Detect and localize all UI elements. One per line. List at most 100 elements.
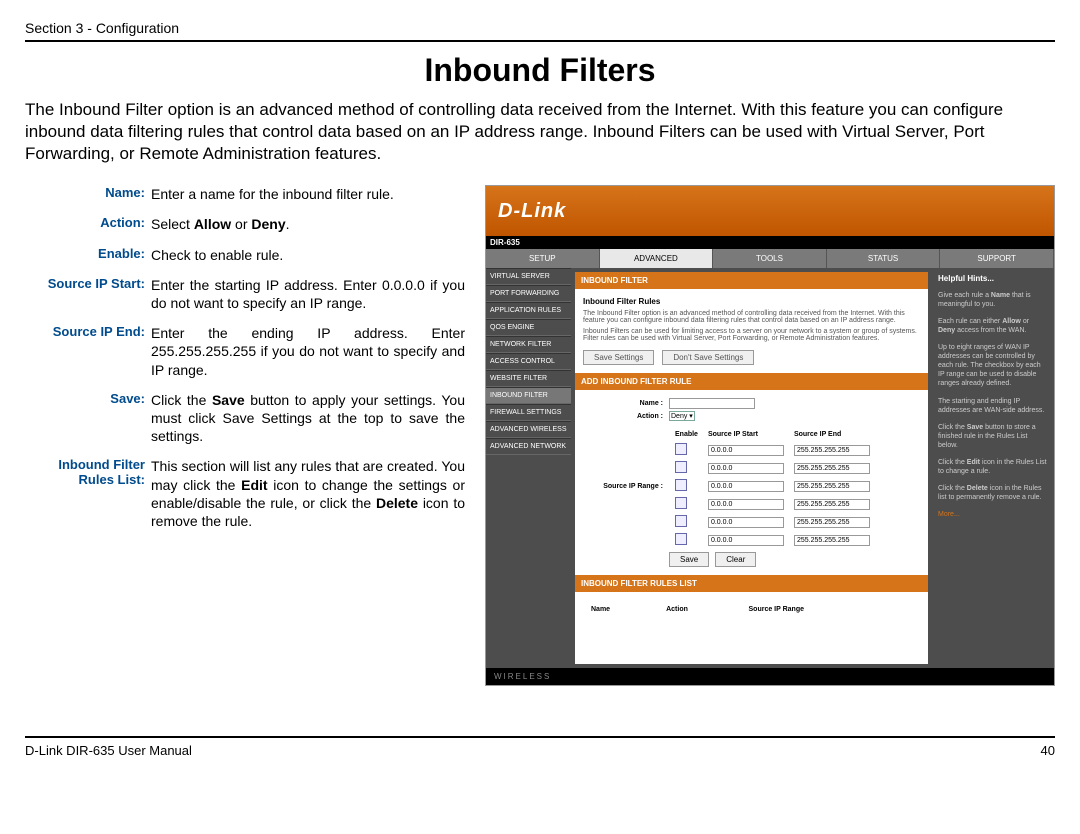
label-action: Action : [585,413,669,420]
sidebar-item[interactable]: INBOUND FILTER [486,387,571,404]
col-end: Source IP End [790,429,874,440]
hint-text: Click the Save button to store a finishe… [938,423,1048,450]
model-row: DIR-635 [486,236,1054,249]
definitions-list: Name:Enter a name for the inbound filter… [25,185,465,686]
sidebar-item[interactable]: FIREWALL SETTINGS [486,404,571,421]
hint-text: Up to eight ranges of WAN IP addresses c… [938,343,1048,388]
def-text: This section will list any rules that ar… [151,457,465,530]
ip-start-input[interactable]: 0.0.0.0 [708,463,784,474]
def-label: Source IP Start: [25,276,151,312]
def-label: Action: [25,215,151,233]
sidebar-item[interactable]: VIRTUAL SERVER [486,268,571,285]
name-input[interactable] [669,398,755,409]
enable-checkbox[interactable] [675,497,687,509]
sidebar-item[interactable]: ADVANCED NETWORK [486,438,571,455]
tab-setup[interactable]: SETUP [486,249,600,268]
page-section-header: Section 3 - Configuration [25,20,1055,42]
sidebar-item[interactable]: PORT FORWARDING [486,285,571,302]
sidebar-item[interactable]: WEBSITE FILTER [486,370,571,387]
enable-checkbox[interactable] [675,533,687,545]
save-rule-button[interactable]: Save [669,552,709,567]
wireless-footer: WIRELESS [486,668,1054,685]
enable-checkbox[interactable] [675,443,687,455]
sidebar-item[interactable]: ADVANCED WIRELESS [486,421,571,438]
dlink-logo: D-Link [498,200,566,223]
footer-manual-name: D-Link DIR-635 User Manual [25,743,192,758]
enable-checkbox[interactable] [675,479,687,491]
panel-header-rules-list: INBOUND FILTER RULES LIST [575,575,928,592]
def-label: Save: [25,391,151,446]
ip-range-table: EnableSource IP StartSource IP End 0.0.0… [669,427,876,550]
def-label: Inbound Filter Rules List: [25,457,151,530]
main-panel: INBOUND FILTER Inbound Filter Rules The … [575,272,928,664]
def-text: Click the Save button to apply your sett… [151,391,465,446]
ip-end-input[interactable]: 255.255.255.255 [794,481,870,492]
def-text: Check to enable rule. [151,246,465,264]
sidebar-item[interactable]: ACCESS CONTROL [486,353,571,370]
save-settings-button[interactable]: Save Settings [583,350,654,365]
screenshot-body: VIRTUAL SERVERPORT FORWARDINGAPPLICATION… [486,268,1054,668]
rules-list-area: NameActionSource IP Range [575,592,928,623]
dont-save-settings-button[interactable]: Don't Save Settings [662,350,754,365]
sidebar-item[interactable]: NETWORK FILTER [486,336,571,353]
panel-header-add-rule: ADD INBOUND FILTER RULE [575,373,928,390]
content-row: Name:Enter a name for the inbound filter… [25,185,1055,686]
ip-end-input[interactable]: 255.255.255.255 [794,517,870,528]
rules-desc-2: Inbound Filters can be used for limiting… [583,328,920,342]
hints-header: Helpful Hints... [938,274,1048,284]
ip-start-input[interactable]: 0.0.0.0 [708,445,784,456]
def-text: Enter the starting IP address. Enter 0.0… [151,276,465,312]
rules-desc-1: The Inbound Filter option is an advanced… [583,310,920,324]
footer-page-number: 40 [1041,743,1055,758]
def-label: Source IP End: [25,324,151,379]
hint-text: Click the Delete icon in the Rules list … [938,484,1048,502]
list-col: Action [662,604,742,615]
def-label: Enable: [25,246,151,264]
hint-text: Give each rule a Name that is meaningful… [938,291,1048,309]
intro-paragraph: The Inbound Filter option is an advanced… [25,99,1055,165]
tab-advanced[interactable]: ADVANCED [600,249,714,268]
def-text: Enter a name for the inbound filter rule… [151,185,465,203]
rules-subtitle: Inbound Filter Rules [583,297,660,306]
tab-tools[interactable]: TOOLS [713,249,827,268]
action-select[interactable]: Deny ▾ [669,411,695,421]
list-col: Source IP Range [745,604,917,615]
ip-end-input[interactable]: 255.255.255.255 [794,499,870,510]
def-text: Select Allow or Deny. [151,215,465,233]
sidebar-item[interactable]: QOS ENGINE [486,319,571,336]
ip-end-input[interactable]: 255.255.255.255 [794,445,870,456]
helpful-hints-panel: Helpful Hints... Give each rule a Name t… [932,268,1054,668]
ip-start-input[interactable]: 0.0.0.0 [708,535,784,546]
hint-text: Each rule can either Allow or Deny acces… [938,317,1048,335]
tab-support[interactable]: SUPPORT [940,249,1054,268]
router-screenshot: D-Link DIR-635 SETUPADVANCEDTOOLSSTATUSS… [485,185,1055,686]
ip-end-input[interactable]: 255.255.255.255 [794,535,870,546]
add-rule-form: Name : Action :Deny ▾ Source IP Range : … [575,390,928,575]
hint-text: Click the Edit icon in the Rules List to… [938,458,1048,476]
enable-checkbox[interactable] [675,515,687,527]
def-text: Enter the ending IP address. Enter 255.2… [151,324,465,379]
list-col: Name [587,604,660,615]
page-footer: D-Link DIR-635 User Manual 40 [25,736,1055,758]
sidebar-menu: VIRTUAL SERVERPORT FORWARDINGAPPLICATION… [486,268,571,668]
ip-start-input[interactable]: 0.0.0.0 [708,481,784,492]
col-start: Source IP Start [704,429,788,440]
page-title: Inbound Filters [25,52,1055,89]
panel-header-inbound-filter: INBOUND FILTER [575,272,928,289]
ip-end-input[interactable]: 255.255.255.255 [794,463,870,474]
clear-rule-button[interactable]: Clear [715,552,756,567]
more-link[interactable]: More... [938,511,960,518]
screenshot-header-bar: D-Link [486,186,1054,236]
sidebar-item[interactable]: APPLICATION RULES [486,302,571,319]
label-name: Name : [585,400,669,407]
col-enable: Enable [671,429,702,440]
enable-checkbox[interactable] [675,461,687,473]
ip-start-input[interactable]: 0.0.0.0 [708,499,784,510]
ip-start-input[interactable]: 0.0.0.0 [708,517,784,528]
panel-intro-section: Inbound Filter Rules The Inbound Filter … [575,289,928,373]
def-label: Name: [25,185,151,203]
label-source-ip-range: Source IP Range : [585,483,669,490]
main-tabs: SETUPADVANCEDTOOLSSTATUSSUPPORT [486,249,1054,268]
hint-text: The starting and ending IP addresses are… [938,397,1048,415]
tab-status[interactable]: STATUS [827,249,941,268]
